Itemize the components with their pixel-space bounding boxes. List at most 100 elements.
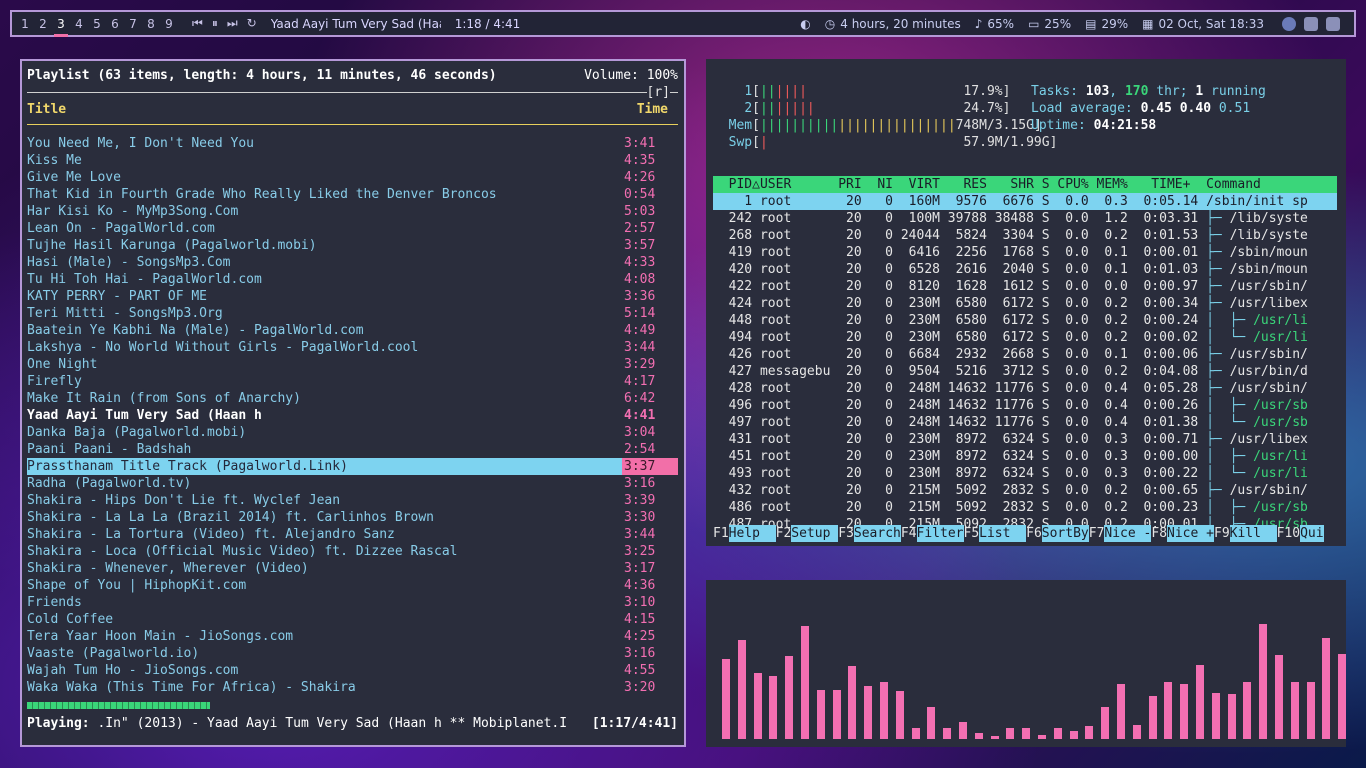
playlist-row[interactable]: Lakshya - No World Without Girls - Pagal…: [27, 339, 678, 356]
clipboard-icon[interactable]: [1304, 16, 1318, 31]
playlist-row[interactable]: Kiss Me 4:35: [27, 152, 678, 169]
fkey-f7[interactable]: F7: [1089, 525, 1105, 542]
workspace-6[interactable]: 6: [106, 17, 124, 31]
process-row[interactable]: 432 root 20 0 215M 5092 2832 S 0.0 0.2 0…: [713, 482, 1337, 499]
fkey-label[interactable]: Nice +: [1167, 525, 1214, 542]
process-row[interactable]: 451 root 20 0 230M 8972 6324 S 0.0 0.3 0…: [713, 448, 1337, 465]
process-row[interactable]: 420 root 20 0 6528 2616 2040 S 0.0 0.1 0…: [713, 261, 1337, 278]
playlist-row[interactable]: Shakira - Hips Don't Lie ft. Wyclef Jean…: [27, 492, 678, 509]
next-track-icon[interactable]: ⏭: [227, 16, 238, 31]
volume-status[interactable]: ♪ 65%: [975, 17, 1014, 31]
playlist-row[interactable]: Wajah Tum Ho - JioSongs.com 4:55: [27, 662, 678, 679]
playlist-row[interactable]: Danka Baja (Pagalworld.mobi) 3:04: [27, 424, 678, 441]
column-time[interactable]: Time: [637, 101, 668, 118]
pause-icon[interactable]: ⏸: [212, 16, 218, 31]
fkey-f4[interactable]: F4: [901, 525, 917, 542]
fkey-f2[interactable]: F2: [776, 525, 792, 542]
process-row[interactable]: 496 root 20 0 248M 14632 11776 S 0.0 0.4…: [713, 397, 1337, 414]
playlist-row[interactable]: Shape of You | HiphopKit.com 4:36: [27, 577, 678, 594]
toggle-icon[interactable]: ◐: [800, 17, 810, 31]
htop-window[interactable]: 1[|||||| 17.9%] 2[||||||| 24.7%] Mem[|||…: [706, 59, 1346, 546]
playlist-row[interactable]: Tu Hi Toh Hai - PagalWorld.com 4:08: [27, 271, 678, 288]
memory-status[interactable]: ▤ 29%: [1085, 17, 1128, 31]
playlist-window[interactable]: Playlist (63 items, length: 4 hours, 11 …: [20, 59, 686, 747]
playlist-row[interactable]: Shakira - La Tortura (Video) ft. Alejand…: [27, 526, 678, 543]
fkey-f8[interactable]: F8: [1151, 525, 1167, 542]
cpu-status[interactable]: ▭ 25%: [1028, 17, 1071, 31]
process-table-header[interactable]: PID△USER PRI NI VIRT RES SHR S CPU% MEM%…: [713, 176, 1337, 193]
song-progress-bar[interactable]: [27, 702, 210, 709]
previous-track-icon[interactable]: ⏮: [192, 16, 203, 31]
playlist-row[interactable]: Tujhe Hasil Karunga (Pagalworld.mobi) 3:5…: [27, 237, 678, 254]
bar-song-title[interactable]: Yaad Aayi Tum Very Sad (Haan h: [271, 17, 441, 31]
process-row[interactable]: 497 root 20 0 248M 14632 11776 S 0.0 0.4…: [713, 414, 1337, 431]
workspace-1[interactable]: 1: [16, 17, 34, 31]
playlist-row[interactable]: Friends 3:10: [27, 594, 678, 611]
playlist-row[interactable]: Shakira - Loca (Official Music Video) ft…: [27, 543, 678, 560]
fkey-f6[interactable]: F6: [1026, 525, 1042, 542]
process-row[interactable]: 1 root 20 0 160M 9576 6676 S 0.0 0.3 0:0…: [713, 193, 1337, 210]
workspace-3[interactable]: 3: [52, 17, 70, 37]
workspace-7[interactable]: 7: [124, 17, 142, 31]
column-title[interactable]: Title: [27, 101, 66, 118]
playlist-row[interactable]: Firefly 4:17: [27, 373, 678, 390]
workspace-9[interactable]: 9: [160, 17, 178, 31]
playlist-row[interactable]: Cold Coffee 4:15: [27, 611, 678, 628]
playlist-row[interactable]: Har Kisi Ko - MyMp3Song.Com 5:03: [27, 203, 678, 220]
playlist-row[interactable]: Shakira - Whenever, Wherever (Video) 3:17: [27, 560, 678, 577]
battery-status[interactable]: ◷ 4 hours, 20 minutes: [825, 17, 961, 31]
fkey-label[interactable]: SortBy: [1041, 525, 1089, 542]
playlist-row[interactable]: Paani Paani - Badshah 2:54: [27, 441, 678, 458]
fkey-label[interactable]: List: [979, 525, 1027, 542]
playlist-row[interactable]: Waka Waka (This Time For Africa) - Shaki…: [27, 679, 678, 696]
playlist-row[interactable]: Shakira - La La La (Brazil 2014) ft. Car…: [27, 509, 678, 526]
fkey-f5[interactable]: F5: [964, 525, 980, 542]
fkey-label[interactable]: Filter: [916, 525, 964, 542]
network-manager-icon[interactable]: [1282, 16, 1296, 31]
playlist-row[interactable]: Teri Mitti - SongsMp3.Org 5:14: [27, 305, 678, 322]
workspace-2[interactable]: 2: [34, 17, 52, 31]
playlist-row[interactable]: Radha (Pagalworld.tv) 3:16: [27, 475, 678, 492]
process-row[interactable]: 426 root 20 0 6684 2932 2668 S 0.0 0.1 0…: [713, 346, 1337, 363]
playlist-row[interactable]: One Night 3:29: [27, 356, 678, 373]
playlist-row[interactable]: KATY PERRY - PART OF ME 3:36: [27, 288, 678, 305]
playlist-row[interactable]: Lean On - PagalWorld.com 2:57: [27, 220, 678, 237]
playlist-row[interactable]: Tera Yaar Hoon Main - JioSongs.com 4:25: [27, 628, 678, 645]
playlist-row[interactable]: Prassthanam Title Track (Pagalworld.Link…: [27, 458, 678, 475]
process-row[interactable]: 486 root 20 0 215M 5092 2832 S 0.0 0.2 0…: [713, 499, 1337, 516]
playlist-row[interactable]: Make It Rain (from Sons of Anarchy) 6:42: [27, 390, 678, 407]
playlist-row[interactable]: Give Me Love 4:26: [27, 169, 678, 186]
fkey-label[interactable]: Setup: [791, 525, 839, 542]
playlist-row[interactable]: You Need Me, I Don't Need You 3:41: [27, 135, 678, 152]
fkey-label[interactable]: Kill: [1229, 525, 1277, 542]
fkey-f3[interactable]: F3: [838, 525, 854, 542]
process-row[interactable]: 431 root 20 0 230M 8972 6324 S 0.0 0.3 0…: [713, 431, 1337, 448]
playlist-row[interactable]: Baatein Ye Kabhi Na (Male) - PagalWorld.…: [27, 322, 678, 339]
fkey-label[interactable]: Search: [853, 525, 901, 542]
fkey-label[interactable]: Help: [728, 525, 776, 542]
process-row[interactable]: 242 root 20 0 100M 39788 38488 S 0.0 1.2…: [713, 210, 1337, 227]
fkey-f9[interactable]: F9: [1214, 525, 1230, 542]
date-status[interactable]: ▦ 02 Oct, Sat 18:33: [1142, 17, 1264, 31]
wifi-icon[interactable]: [1326, 16, 1340, 31]
playlist-row[interactable]: That Kid in Fourth Grade Who Really Like…: [27, 186, 678, 203]
fkey-label[interactable]: Qui: [1300, 525, 1324, 542]
playlist-row[interactable]: Yaad Aayi Tum Very Sad (Haan h 4:41: [27, 407, 678, 424]
workspace-8[interactable]: 8: [142, 17, 160, 31]
process-row[interactable]: 424 root 20 0 230M 6580 6172 S 0.0 0.2 0…: [713, 295, 1337, 312]
playlist-row[interactable]: Vaaste (Pagalworld.io) 3:16: [27, 645, 678, 662]
process-row[interactable]: 419 root 20 0 6416 2256 1768 S 0.0 0.1 0…: [713, 244, 1337, 261]
process-row[interactable]: 448 root 20 0 230M 6580 6172 S 0.0 0.2 0…: [713, 312, 1337, 329]
process-row[interactable]: 428 root 20 0 248M 14632 11776 S 0.0 0.4…: [713, 380, 1337, 397]
workspace-4[interactable]: 4: [70, 17, 88, 31]
process-row[interactable]: 493 root 20 0 230M 8972 6324 S 0.0 0.3 0…: [713, 465, 1337, 482]
fkey-f1[interactable]: F1: [713, 525, 729, 542]
process-row[interactable]: 268 root 20 0 24044 5824 3304 S 0.0 0.2 …: [713, 227, 1337, 244]
process-row[interactable]: 427 messagebu 20 0 9504 5216 3712 S 0.0 …: [713, 363, 1337, 380]
playlist-row[interactable]: Hasi (Male) - SongsMp3.Com 4:33: [27, 254, 678, 271]
fkey-f10[interactable]: F10: [1277, 525, 1300, 542]
fkey-label[interactable]: Nice -: [1104, 525, 1152, 542]
workspace-5[interactable]: 5: [88, 17, 106, 31]
repeat-icon[interactable]: ↻: [247, 16, 257, 31]
process-row[interactable]: 494 root 20 0 230M 6580 6172 S 0.0 0.2 0…: [713, 329, 1337, 346]
